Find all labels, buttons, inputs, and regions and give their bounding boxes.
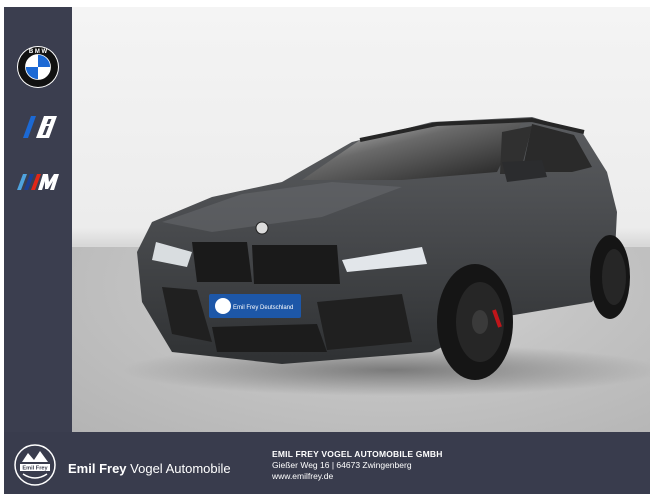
lower-grille [212,324,327,352]
emil-frey-emblem-icon: Emil Frey [14,444,56,486]
dealer-footer: Emil Frey Emil Frey Vogel Automobile EMI… [4,432,650,494]
grille-left [192,242,252,282]
bmw-m-icon [17,174,59,190]
svg-text:Emil Frey Deutschland: Emil Frey Deutschland [233,305,293,311]
dealer-contact: EMIL FREY VOGEL AUTOMOBILE GMBH Gießer W… [272,449,443,482]
bmw-roundel-icon: B M W [17,46,59,88]
brand-rail: B M W [4,7,72,432]
vehicle-photo: Emil Frey Deutschland [72,7,650,432]
car-illustration: Emil Frey Deutschland [122,117,650,396]
dealer-brand-light: Vogel Automobile [130,461,231,476]
company-address: Gießer Weg 16 | 64673 Zwingenberg [272,460,412,470]
bmw-i-icon [23,116,57,138]
grille-right [252,245,340,284]
dealer-brand: Emil Frey Vogel Automobile [68,461,231,476]
bumper-vent-right [317,294,412,350]
dealer-brand-bold: Emil Frey [68,461,127,476]
company-name: EMIL FREY VOGEL AUTOMOBILE GMBH [272,449,443,459]
svg-text:B M W: B M W [29,49,48,55]
listing-image: B M W Emil Frey Deutschland Emil Frey Em… [0,0,653,500]
company-website: www.emilfrey.de [272,471,334,481]
svg-text:Emil Frey: Emil Frey [22,466,48,472]
